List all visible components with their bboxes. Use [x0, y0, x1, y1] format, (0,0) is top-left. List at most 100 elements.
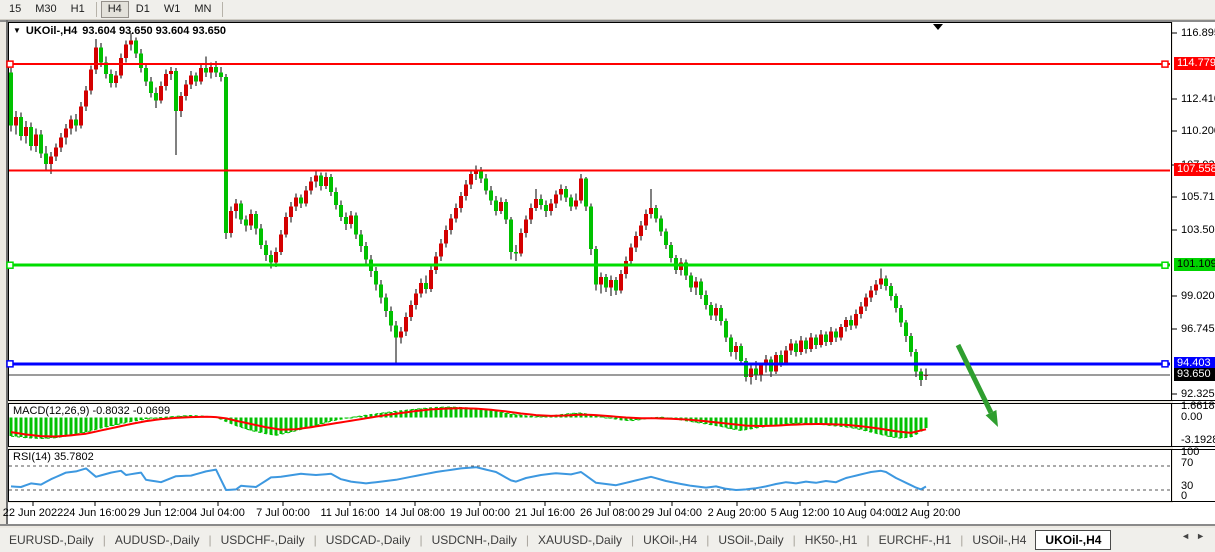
price-tick-label: 96.745 [1181, 324, 1215, 335]
tab-scroll-right-icon[interactable]: ► [1196, 531, 1211, 541]
macd-histogram-bar [85, 418, 88, 433]
candle-body-down [589, 207, 593, 250]
chart-tab-usoildaily[interactable]: USOil-,Daily [709, 530, 792, 550]
candle-body-down [154, 93, 158, 100]
macd-histogram-bar [540, 417, 543, 418]
macd-histogram-bar [815, 418, 818, 424]
candle-body-down [569, 198, 573, 207]
macd-histogram-bar [880, 418, 883, 435]
candle-body-up [619, 274, 623, 290]
macd-histogram-bar [130, 418, 133, 422]
macd-histogram-bar [870, 418, 873, 433]
arrow-annotation-head[interactable] [986, 410, 998, 427]
candle-body-down [729, 337, 733, 352]
macd-histogram-bar [265, 418, 268, 434]
macd-histogram-bar [110, 418, 113, 426]
chart-tab-usdcaddaily[interactable]: USDCAD-,Daily [317, 530, 420, 550]
macd-histogram-bar [305, 418, 308, 429]
candle-body-down [804, 340, 808, 349]
candle-body-down [889, 286, 893, 296]
candle-body-down [224, 77, 228, 233]
macd-histogram-bar [10, 418, 13, 437]
line-handle[interactable] [1162, 262, 1168, 268]
candle-body-up [284, 217, 288, 235]
chart-tab-eurchfh1[interactable]: EURCHF-,H1 [870, 530, 961, 550]
candle-body-up [349, 215, 353, 224]
price-tick-label: 103.505 [1181, 225, 1215, 236]
candle-body-down [139, 54, 143, 69]
chart-tab-audusddaily[interactable]: AUDUSD-,Daily [106, 530, 209, 550]
line-handle[interactable] [7, 361, 13, 367]
candle-body-up [404, 317, 408, 332]
candle-body-up [599, 277, 603, 284]
chart-tab-usdcnhdaily[interactable]: USDCNH-,Daily [423, 530, 526, 550]
candle-body-down [39, 134, 43, 153]
macd-histogram-bar [330, 418, 333, 422]
candle-body-up [34, 134, 38, 146]
candle-body-up [309, 181, 313, 190]
chart-tab-ukoilh4-active[interactable]: UKOil-,H4 [1035, 530, 1111, 550]
candle-body-down [364, 246, 368, 259]
macd-histogram-bar [745, 418, 748, 430]
macd-histogram-bar [910, 418, 913, 437]
macd-histogram-bar [885, 418, 888, 436]
line-handle[interactable] [7, 61, 13, 67]
candle-body-up [429, 270, 433, 289]
candle-body-down [604, 277, 608, 287]
price-badge: 107.558 [1174, 163, 1215, 176]
macd-histogram-bar [490, 410, 493, 417]
macd-histogram-bar [90, 418, 93, 431]
candle-body-down [914, 352, 918, 371]
chart-tab-hk50h1[interactable]: HK50-,H1 [796, 530, 867, 550]
candle-body-up [399, 332, 403, 338]
indicator-scale-label: 70 [1181, 458, 1193, 469]
macd-histogram-bar [60, 418, 63, 437]
macd-histogram-bar [355, 417, 358, 418]
candle-body-down [884, 279, 888, 286]
candle-body-up [14, 117, 18, 126]
macd-histogram-bar [270, 418, 273, 435]
macd-histogram-bar [805, 418, 808, 424]
candle-body-up [199, 68, 203, 81]
price-tick-label: 112.410 [1181, 94, 1215, 105]
collapse-triangle-icon[interactable]: ▼ [13, 27, 21, 35]
candle-body-down [719, 308, 723, 321]
candle-body-down [669, 245, 673, 258]
candle-body-down [824, 334, 828, 341]
candle-body-down [494, 201, 498, 211]
candle-body-up [874, 284, 878, 290]
candle-body-up [464, 184, 468, 196]
candle-body-up [644, 214, 648, 226]
chart-tab-ukoilh4[interactable]: UKOil-,H4 [634, 530, 706, 550]
line-handle[interactable] [1162, 61, 1168, 67]
candle-body-down [739, 346, 743, 361]
candle-body-up [89, 70, 93, 91]
line-handle[interactable] [7, 262, 13, 268]
chart-tab-usoilh4[interactable]: USOil-,H4 [963, 530, 1035, 550]
candle-body-down [699, 282, 703, 295]
candle-body-down [664, 232, 668, 245]
tab-scroll-left-icon[interactable]: ◄ [1181, 531, 1196, 541]
macd-histogram-bar [485, 410, 488, 418]
chart-tab-usdchfdaily[interactable]: USDCHF-,Daily [212, 530, 314, 550]
macd-histogram-bar [95, 418, 98, 430]
candle-body-down [254, 214, 258, 229]
candle-body-up [809, 337, 813, 349]
candle-body-up [164, 74, 168, 86]
candle-body-down [134, 40, 138, 53]
candle-body-up [579, 179, 583, 201]
macd-histogram-bar [55, 418, 58, 438]
chart-tab-eurusddaily[interactable]: EURUSD-,Daily [0, 530, 103, 550]
candle-body-down [514, 252, 518, 253]
macd-histogram-bar [100, 418, 103, 429]
time-axis-label: 29 Jul 04:00 [642, 507, 702, 519]
scroll-end-marker-icon[interactable] [933, 24, 943, 30]
candle-body-down [244, 220, 248, 226]
line-handle[interactable] [1162, 361, 1168, 367]
arrow-annotation-shaft[interactable] [958, 345, 991, 413]
time-axis-label: 22 Jun 2022 [3, 507, 64, 519]
price-tick-label: 110.200 [1181, 126, 1215, 137]
indicator-scale-label: 0 [1181, 491, 1187, 502]
chart-tab-xauusddaily[interactable]: XAUUSD-,Daily [529, 530, 631, 550]
candle-body-up [819, 334, 823, 344]
